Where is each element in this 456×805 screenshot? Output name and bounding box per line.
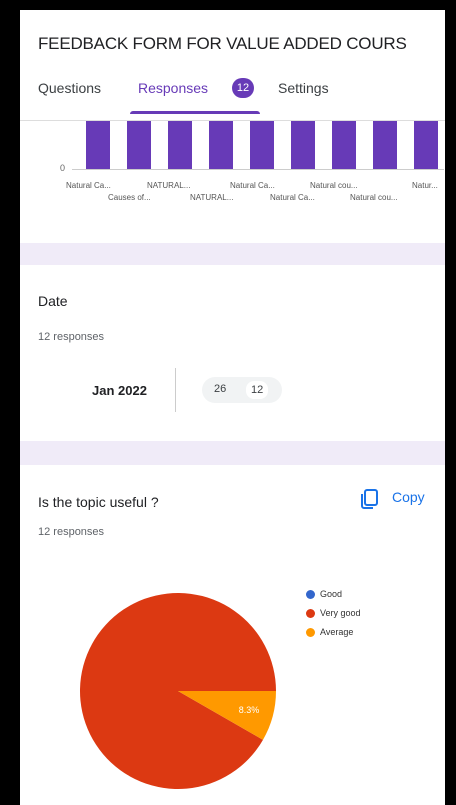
topic-question-card: Is the topic useful ? 12 responses Copy … — [20, 465, 445, 805]
copy-icon — [361, 489, 378, 509]
chart-bar — [414, 121, 438, 169]
x-axis-label: Natural Ca... — [270, 193, 315, 202]
legend-swatch — [306, 609, 315, 619]
x-axis-line — [72, 169, 444, 170]
x-axis-label: Natural cou... — [350, 193, 398, 202]
date-month-label: Jan 2022 — [92, 383, 147, 398]
date-question-card: Date 12 responses Jan 2022 26 12 — [20, 265, 445, 441]
pie-slice-label: 8.3% — [239, 705, 260, 715]
chart-bar — [168, 121, 192, 169]
card-separator — [20, 243, 445, 265]
tab-bar: Questions Responses 12 Settings — [20, 74, 445, 120]
question-title: Date — [38, 293, 68, 309]
pie-slice-label: 91.7% — [60, 689, 69, 699]
x-axis-label: Causes of... — [108, 193, 151, 202]
legend-item-good: Good — [306, 589, 343, 600]
legend-item-very-good: Very good — [306, 608, 361, 619]
legend-label: Very good — [320, 608, 361, 618]
tab-settings[interactable]: Settings — [278, 80, 329, 96]
y-axis-zero-label: 0 — [60, 163, 66, 173]
response-count: 12 responses — [38, 526, 105, 538]
form-header: FEEDBACK FORM FOR VALUE ADDED COURS Ques… — [20, 10, 445, 121]
tab-questions[interactable]: Questions — [38, 80, 101, 96]
legend-label: Good — [320, 589, 343, 599]
chart-bar — [250, 121, 274, 169]
x-axis-label: Natural Ca... — [66, 181, 111, 190]
legend-item-average: Average — [306, 627, 354, 638]
x-axis-label: Natural cou... — [310, 181, 358, 190]
chart-bar — [127, 121, 151, 169]
day-chip: 26 — [214, 383, 227, 395]
date-day-chips: 26 12 — [202, 377, 282, 403]
active-tab-indicator — [130, 111, 260, 114]
tab-responses[interactable]: Responses — [138, 80, 208, 96]
x-axis-label: NATURAL... — [147, 181, 191, 190]
pie-chart: 91.7% 8.3% — [60, 593, 276, 789]
x-axis-label: Natur... — [412, 181, 438, 190]
chart-bar — [291, 121, 315, 169]
bar-chart-card: 0 Natural Ca... NATURAL... Natural Ca...… — [20, 121, 445, 243]
chart-bar — [209, 121, 233, 169]
date-divider — [175, 368, 176, 412]
copy-label: Copy — [392, 489, 425, 505]
chart-bar — [86, 121, 110, 169]
day-chip: 12 — [246, 381, 269, 399]
x-axis-label: Natural Ca... — [230, 181, 275, 190]
chart-bar — [373, 121, 397, 169]
responses-count-badge: 12 — [232, 78, 254, 98]
legend-swatch — [306, 590, 315, 600]
screen: FEEDBACK FORM FOR VALUE ADDED COURS Ques… — [15, 10, 445, 805]
chart-bar — [332, 121, 356, 169]
x-axis-label: NATURAL... — [190, 193, 234, 202]
response-count: 12 responses — [38, 331, 105, 343]
legend-swatch — [306, 628, 315, 638]
copy-chart-button[interactable]: Copy — [358, 487, 425, 509]
question-title: Is the topic useful ? — [38, 494, 159, 510]
legend-label: Average — [320, 627, 354, 637]
form-title: FEEDBACK FORM FOR VALUE ADDED COURS — [38, 34, 407, 53]
card-separator — [20, 441, 445, 465]
